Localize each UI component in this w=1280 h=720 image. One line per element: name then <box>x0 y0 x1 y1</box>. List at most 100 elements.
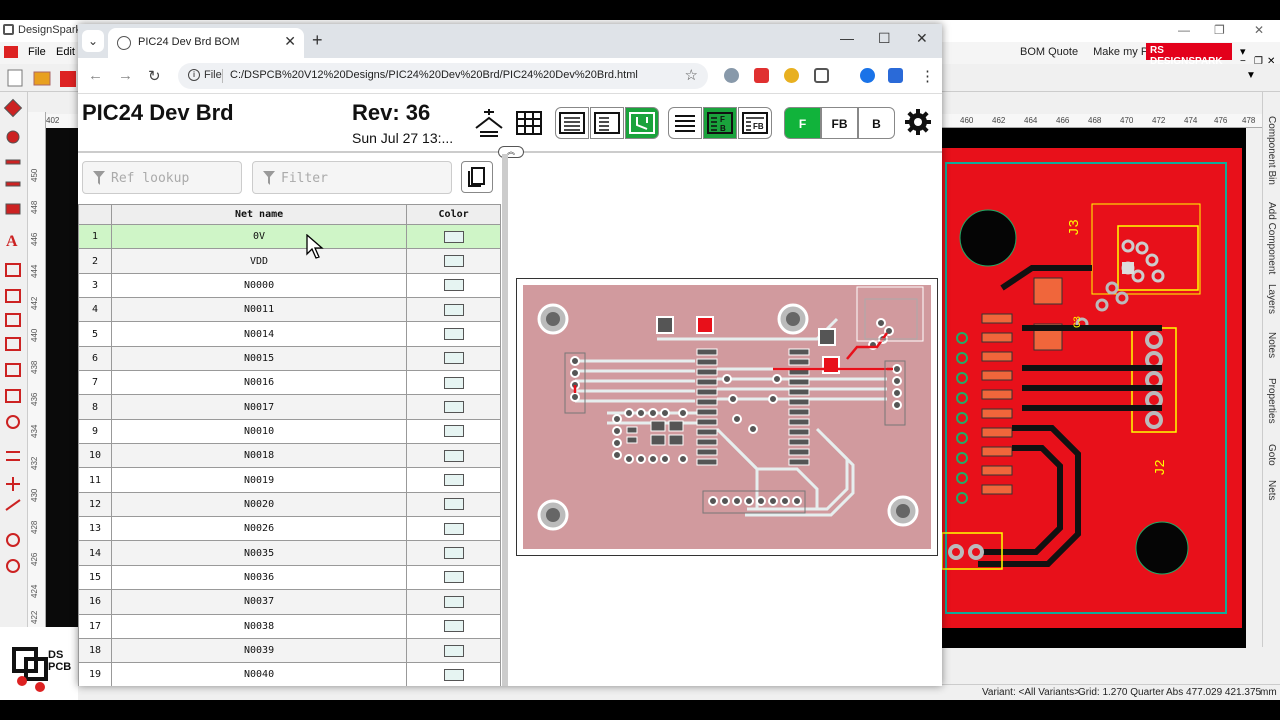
pcb-preview[interactable] <box>516 278 938 556</box>
bom-quote-link[interactable]: BOM Quote <box>1020 46 1078 58</box>
bom-grouped-button[interactable] <box>668 107 702 139</box>
table-row[interactable]: 5 N0014 <box>78 321 501 347</box>
pcb-design-canvas[interactable]: J3 C3 J2 <box>942 128 1246 648</box>
table-row[interactable]: 1 0V <box>78 223 501 250</box>
bom-fb-combined-button[interactable]: FB <box>738 107 772 139</box>
net-color-swatch[interactable] <box>443 522 464 535</box>
panel-tab-add-component[interactable]: Add Component <box>1266 202 1277 274</box>
table-row[interactable]: 12 N0020 <box>78 491 501 518</box>
panel-tab-nets[interactable]: Nets <box>1266 480 1277 501</box>
toolbar-file-icons[interactable] <box>0 64 78 92</box>
table-row[interactable]: 4 N0011 <box>78 297 501 323</box>
layer-front-button[interactable]: F <box>784 107 821 139</box>
column-header-index[interactable] <box>78 204 112 225</box>
site-info-icon[interactable]: i <box>188 69 200 81</box>
grid-view-icon[interactable] <box>514 108 544 138</box>
net-color-swatch[interactable] <box>443 279 464 292</box>
net-color-swatch[interactable] <box>443 425 464 438</box>
tab-active[interactable]: PIC24 Dev Brd BOM ✕ <box>108 28 304 58</box>
status-grid[interactable]: Grid: 1.270 Quarter <box>1078 687 1164 698</box>
net-color-swatch[interactable] <box>443 230 464 243</box>
panel-tab-component-bin[interactable]: Component Bin <box>1266 116 1277 185</box>
net-color-swatch[interactable] <box>443 547 464 560</box>
reload-icon[interactable]: ↻ <box>148 67 161 85</box>
table-row[interactable]: 7 N0016 <box>78 370 501 396</box>
bookmark-star-icon[interactable]: ☆ <box>685 66 698 84</box>
extensions-puzzle-icon[interactable] <box>814 68 829 83</box>
table-row[interactable]: 14 N0035 <box>78 540 501 566</box>
browser-menu-icon[interactable]: ⋮ <box>920 67 935 85</box>
profile-icon[interactable] <box>860 68 875 83</box>
menu-file[interactable]: File <box>28 46 46 58</box>
net-color-swatch[interactable] <box>443 255 464 268</box>
close-icon[interactable]: ✕ <box>1254 23 1264 37</box>
table-row[interactable]: 18 N0039 <box>78 637 501 664</box>
forward-icon[interactable]: → <box>118 67 133 84</box>
table-row[interactable]: 17 N0038 <box>78 613 501 639</box>
url-text[interactable]: C:/DSPCB%20V12%20Designs/PIC24%20Dev%20B… <box>230 69 638 81</box>
table-row[interactable]: 2 VDD <box>78 248 501 274</box>
table-row[interactable]: 3 N0000 <box>78 272 501 299</box>
status-variant[interactable]: Variant: <All Variants> <box>982 687 1080 698</box>
extension-shield-icon[interactable] <box>724 68 739 83</box>
column-header-net-name[interactable]: Net name <box>110 204 408 225</box>
table-row[interactable]: 16 N0037 <box>78 589 501 615</box>
bom-only-button[interactable] <box>555 107 589 139</box>
panel-tab-goto[interactable]: Goto <box>1266 444 1277 466</box>
tab-close-icon[interactable]: ✕ <box>284 33 296 50</box>
panel-tab-notes[interactable]: Notes <box>1266 332 1277 358</box>
net-color-swatch[interactable] <box>443 449 464 462</box>
panel-tab-layers[interactable]: Layers <box>1266 284 1277 314</box>
window-minimize-icon[interactable]: — <box>840 30 854 46</box>
extension-yellow-icon[interactable] <box>784 68 799 83</box>
net-color-swatch[interactable] <box>443 498 464 511</box>
layer-both-button[interactable]: FB <box>821 107 858 139</box>
menu-edit[interactable]: Edit <box>56 46 75 58</box>
net-color-swatch[interactable] <box>443 595 464 608</box>
extension-red-icon[interactable] <box>754 68 769 83</box>
restore-icon[interactable]: ❐ <box>1214 23 1225 37</box>
net-color-swatch[interactable] <box>443 303 464 316</box>
tab-search-button[interactable]: ⌄ <box>82 30 104 52</box>
back-icon[interactable]: ← <box>88 67 103 84</box>
settings-gear-icon[interactable] <box>904 108 932 136</box>
table-row[interactable]: 11 N0019 <box>78 467 501 493</box>
table-row[interactable]: 15 N0036 <box>78 564 501 591</box>
table-row[interactable]: 19 N0040 <box>78 662 501 686</box>
ref-lookup-input[interactable]: Ref lookup <box>82 161 242 194</box>
dark-mode-icon[interactable] <box>472 106 506 140</box>
net-color-swatch[interactable] <box>443 376 464 389</box>
panel-tab-properties[interactable]: Properties <box>1266 378 1277 424</box>
url-field[interactable]: i File C:/DSPCB%20V12%20Designs/PIC24%20… <box>178 63 708 89</box>
window-close-icon[interactable]: ✕ <box>916 30 928 47</box>
net-color-swatch[interactable] <box>443 668 464 681</box>
layer-dropdown-icon[interactable]: ▼ <box>1246 70 1256 81</box>
table-row[interactable]: 8 N0017 <box>78 394 501 420</box>
filter-input[interactable]: Filter <box>252 161 452 194</box>
net-color-swatch[interactable] <box>443 474 464 487</box>
table-row[interactable]: 13 N0026 <box>78 516 501 542</box>
net-color-swatch[interactable] <box>443 571 464 584</box>
net-name-cell: N0039 <box>110 637 408 664</box>
layer-back-button[interactable]: B <box>858 107 895 139</box>
net-color-swatch[interactable] <box>443 620 464 633</box>
table-row[interactable]: 6 N0015 <box>78 345 501 372</box>
column-header-color[interactable]: Color <box>406 204 501 225</box>
app-menu-icon[interactable] <box>4 46 18 58</box>
bom-fb-split-button[interactable]: FB <box>703 107 737 139</box>
net-color-swatch[interactable] <box>443 644 464 657</box>
extension-blue-shield-icon[interactable] <box>888 68 903 83</box>
drawing-tools[interactable]: A <box>0 92 28 647</box>
bom-pcb-button[interactable] <box>625 107 659 139</box>
minimize-icon[interactable]: — <box>1178 23 1190 37</box>
new-tab-button[interactable]: + <box>312 30 323 51</box>
bom-left-button[interactable] <box>590 107 624 139</box>
copy-bom-button[interactable] <box>461 161 493 193</box>
table-row[interactable]: 10 N0018 <box>78 443 501 469</box>
window-maximize-icon[interactable]: ☐ <box>878 30 891 47</box>
panel-splitter[interactable] <box>502 154 508 686</box>
net-color-swatch[interactable] <box>443 328 464 341</box>
net-color-swatch[interactable] <box>443 401 464 414</box>
table-row[interactable]: 9 N0010 <box>78 418 501 445</box>
net-color-swatch[interactable] <box>443 352 464 365</box>
